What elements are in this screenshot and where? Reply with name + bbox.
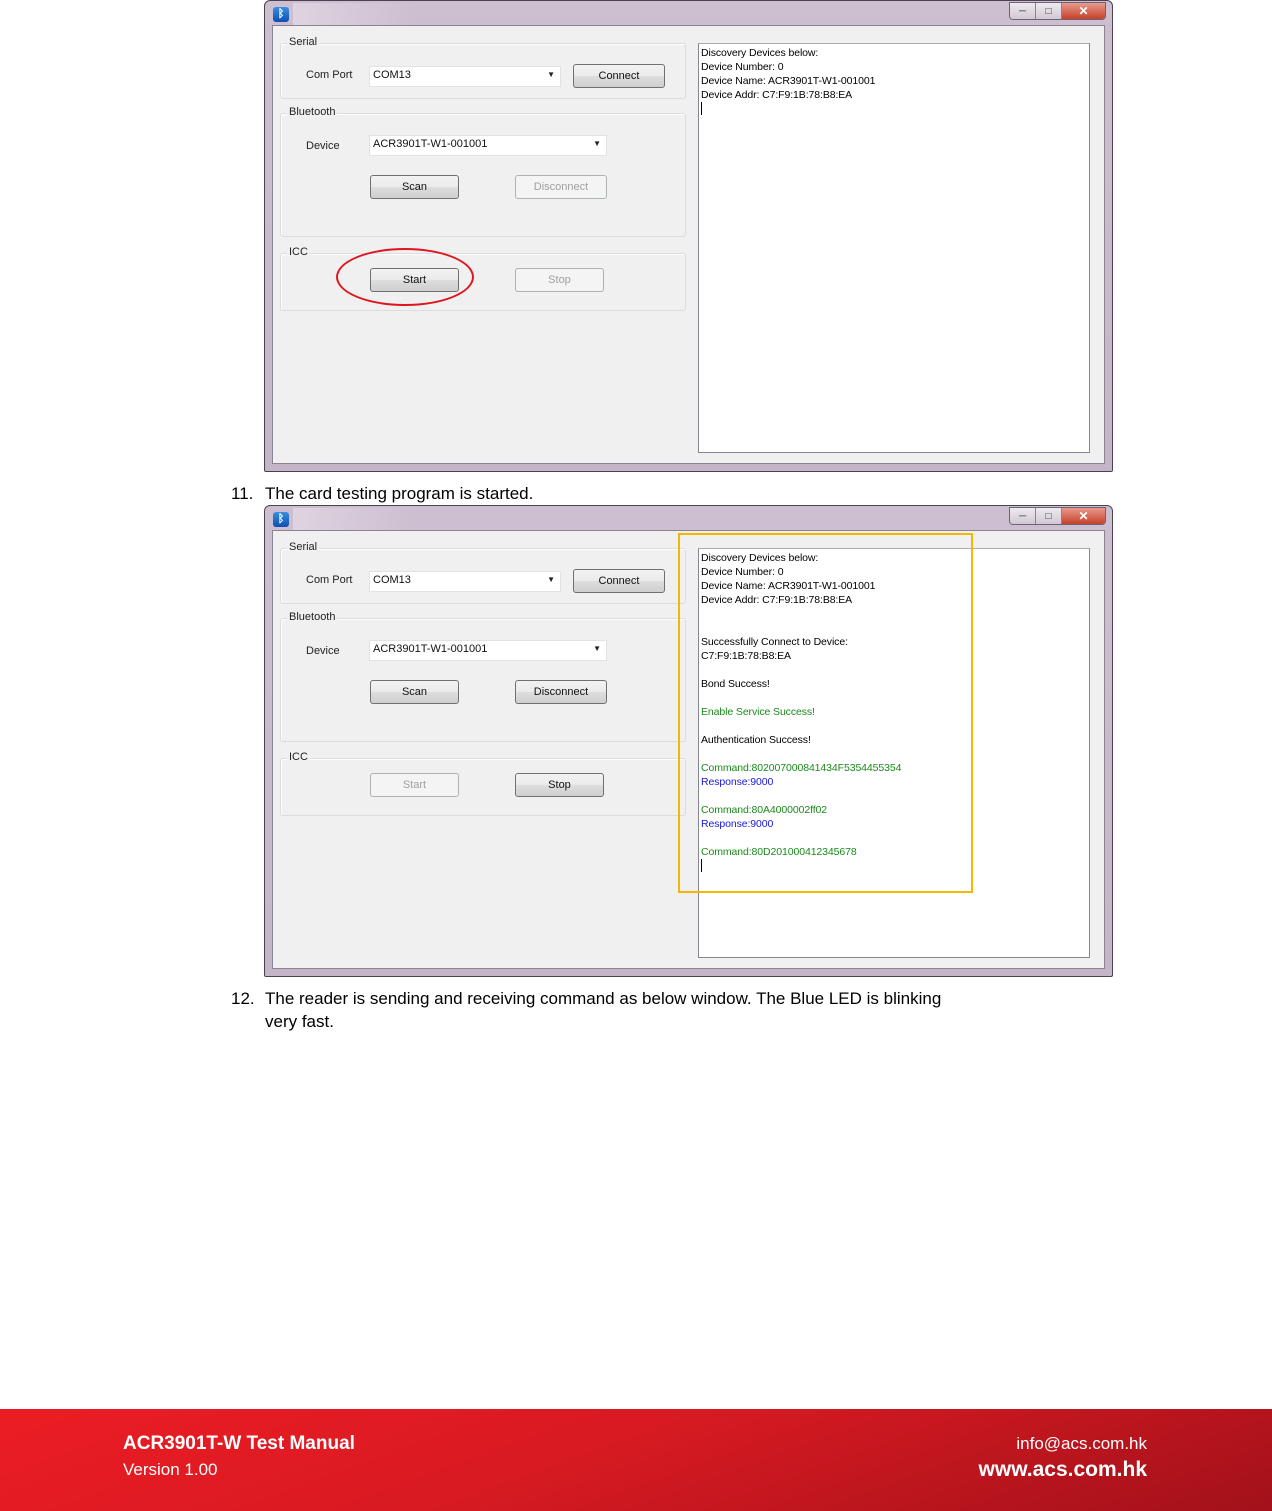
chevron-down-icon: ▼ [593,644,601,653]
connect-button[interactable]: Connect [573,64,665,88]
device-label: Device [306,645,340,657]
device-value: ACR3901T-W1-001001 [373,643,488,655]
chevron-down-icon: ▼ [547,575,555,584]
serial-group-label: Serial [287,541,320,553]
device-select[interactable]: ACR3901T-W1-001001 ▼ [369,135,607,156]
stop-button[interactable]: Stop [515,268,604,292]
scan-button[interactable]: Scan [370,680,459,704]
title-bar: ᛒ ─ □ ✕ [265,1,1112,25]
footer-document-title: ACR3901T-W Test Manual [123,1433,355,1454]
text-caret [701,102,1087,119]
bluetooth-group-label: Bluetooth [287,611,338,623]
icc-group: ICC Start Stop [280,751,686,816]
footer-version: Version 1.00 [123,1460,218,1479]
serial-group: Serial Com Port COM13 ▼ Connect [280,541,686,604]
bluetooth-group: Bluetooth Device ACR3901T-W1-001001 ▼ Sc… [280,106,686,237]
start-button[interactable]: Start [370,773,459,797]
title-bar: ᛒ ─ □ ✕ [265,506,1112,530]
step-number: 11. [231,484,254,503]
maximize-button[interactable]: □ [1036,508,1062,524]
disconnect-button[interactable]: Disconnect [515,175,607,199]
log-line: Device Addr: C7:F9:1B:78:B8:EA [701,89,853,101]
chevron-down-icon: ▼ [547,70,555,79]
step-text-line-2: very fast. [265,1012,334,1031]
com-port-select[interactable]: COM13 ▼ [369,571,561,592]
footer-website-link[interactable]: www.acs.com.hk [979,1458,1147,1482]
com-port-label: Com Port [306,69,353,81]
com-port-label: Com Port [306,574,353,586]
chevron-down-icon: ▼ [593,139,601,148]
start-button-highlight-circle [336,248,474,306]
app-window-screenshot-1: ᛒ ─ □ ✕ Serial Com Port COM13 ▼ Connect … [264,0,1113,472]
window-client-area: Serial Com Port COM13 ▼ Connect Bluetoot… [272,25,1105,464]
serial-group: Serial Com Port COM13 ▼ Connect [280,36,686,99]
icc-group-label: ICC [287,751,310,763]
icc-group-label: ICC [287,246,310,258]
log-line: Device Number: 0 [701,61,784,73]
log-highlight-rectangle [678,533,973,893]
disconnect-button[interactable]: Disconnect [515,680,607,704]
log-line: Device Name: ACR3901T-W1-001001 [701,75,876,87]
bluetooth-icon: ᛒ [273,512,289,527]
close-button[interactable]: ✕ [1062,3,1105,19]
bluetooth-icon: ᛒ [273,7,289,22]
device-select[interactable]: ACR3901T-W1-001001 ▼ [369,640,607,661]
page-footer: ACR3901T-W Test Manual Version 1.00 info… [0,1409,1272,1511]
step-12: 12. The reader is sending and receiving … [231,987,1131,1035]
close-button[interactable]: ✕ [1062,508,1105,524]
minimize-button[interactable]: ─ [1010,3,1036,19]
stop-button[interactable]: Stop [515,773,604,797]
bluetooth-group-label: Bluetooth [287,106,338,118]
connect-button[interactable]: Connect [573,569,665,593]
window-controls: ─ □ ✕ [1009,2,1106,20]
minimize-button[interactable]: ─ [1010,508,1036,524]
footer-email-link[interactable]: info@acs.com.hk [1016,1434,1147,1454]
serial-group-label: Serial [287,36,320,48]
com-port-value: COM13 [373,69,411,81]
output-log-textbox[interactable]: Discovery Devices below: Device Number: 0… [698,43,1090,453]
step-text-line-1: The reader is sending and receiving comm… [265,989,942,1008]
step-11: 11. The card testing program is started. [231,482,1031,506]
step-text: The card testing program is started. [265,484,534,503]
step-number: 12. [231,989,255,1008]
window-controls: ─ □ ✕ [1009,507,1106,525]
window-title [293,3,413,25]
com-port-value: COM13 [373,574,411,586]
log-line: Discovery Devices below: [701,47,819,59]
com-port-select[interactable]: COM13 ▼ [369,66,561,87]
device-value: ACR3901T-W1-001001 [373,138,488,150]
device-label: Device [306,140,340,152]
window-title [293,508,413,530]
bluetooth-group: Bluetooth Device ACR3901T-W1-001001 ▼ Sc… [280,611,686,742]
scan-button[interactable]: Scan [370,175,459,199]
maximize-button[interactable]: □ [1036,3,1062,19]
